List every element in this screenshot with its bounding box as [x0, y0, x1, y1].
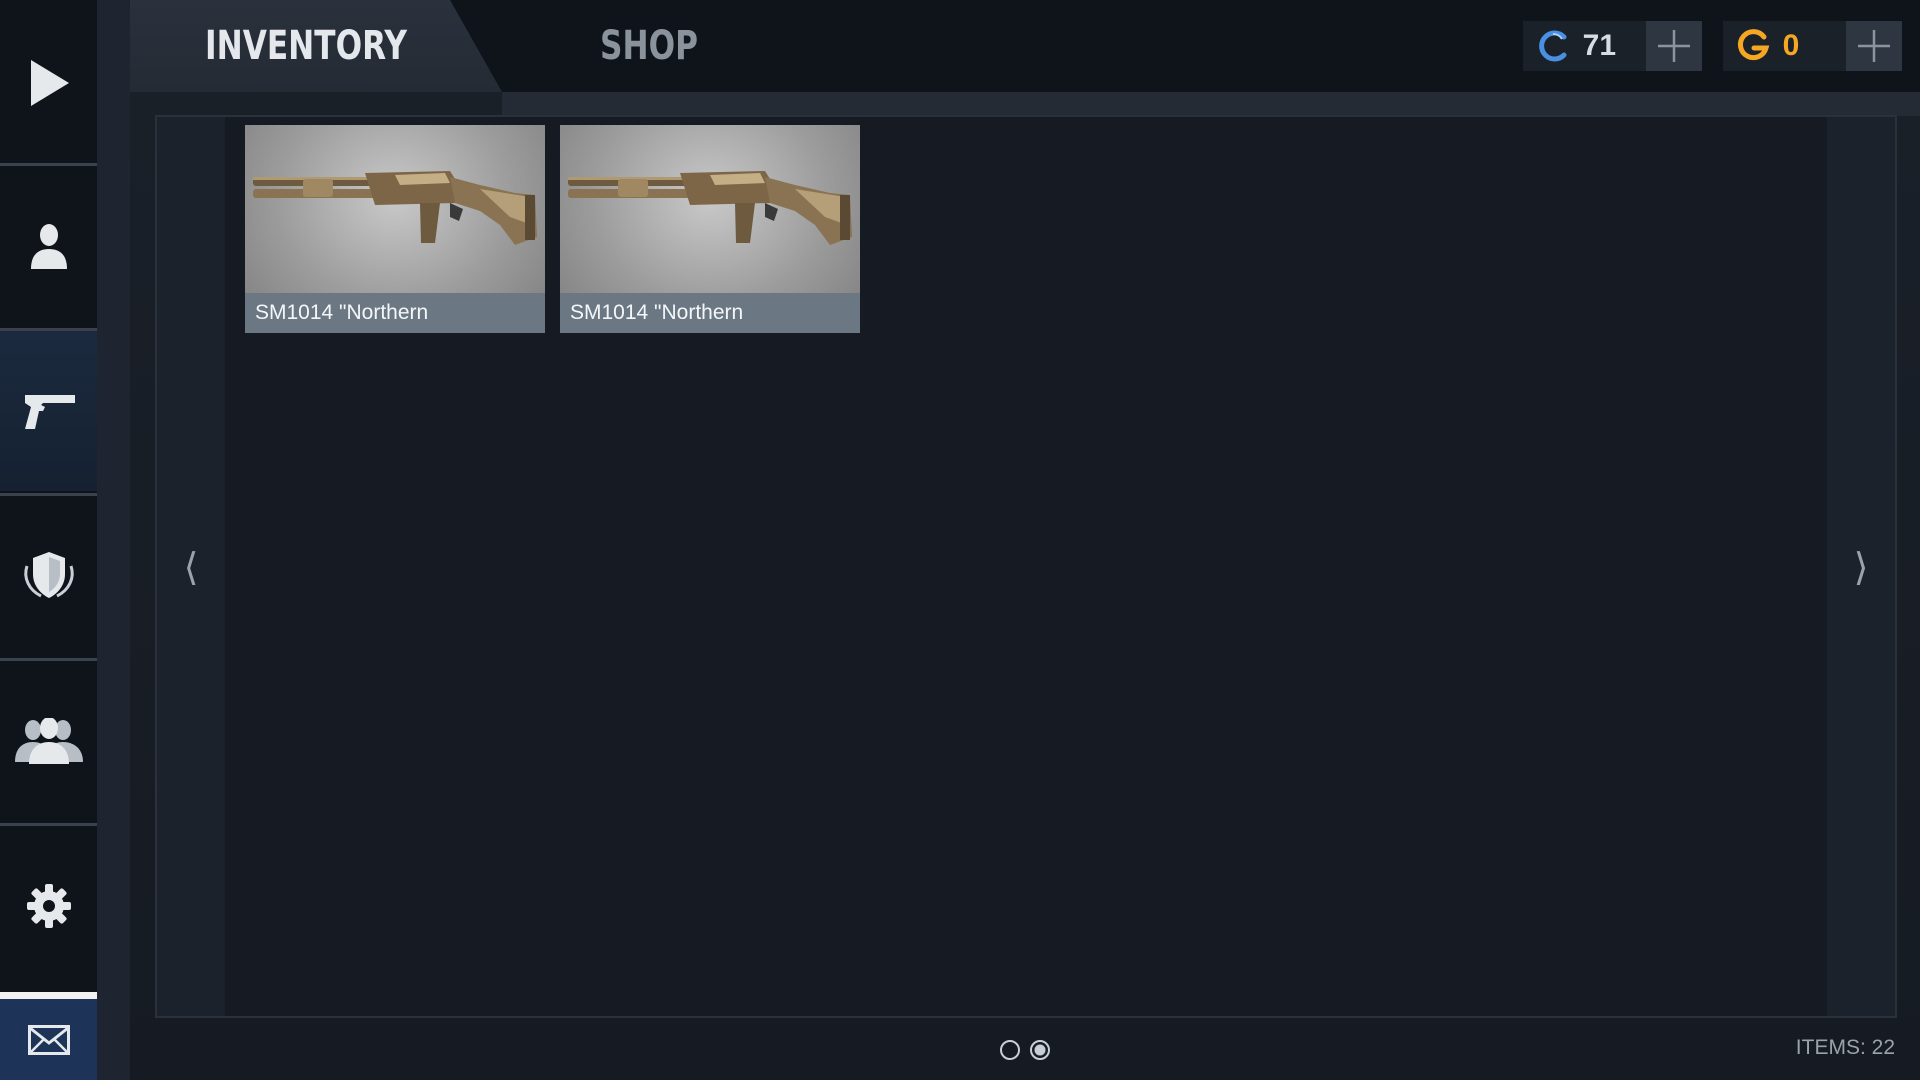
mail-icon — [27, 1024, 70, 1055]
page-indicator — [1000, 1040, 1050, 1060]
sidebar-item-friends[interactable] — [0, 661, 97, 821]
sidebar-item-settings[interactable] — [0, 826, 97, 986]
play-icon — [30, 60, 69, 106]
plus-icon — [1858, 30, 1891, 62]
inventory-item-card[interactable]: SM1014 "Northern — [245, 125, 545, 333]
tab-inventory[interactable]: INVENTORY — [130, 0, 502, 92]
gold-g-icon — [1723, 21, 1783, 71]
inventory-item-card[interactable]: SM1014 "Northern — [560, 125, 860, 333]
plus-icon — [1658, 30, 1691, 62]
chevron-left-icon: ⟨ — [183, 546, 199, 589]
tab-shop-label: SHOP — [600, 23, 698, 69]
pistol-icon — [24, 395, 75, 429]
gold-value: 0 — [1782, 29, 1800, 62]
page-dot-2-active[interactable] — [1030, 1040, 1050, 1060]
user-icon — [30, 224, 67, 269]
page-dot-1[interactable] — [1000, 1040, 1020, 1060]
add-gold-button[interactable] — [1846, 21, 1902, 71]
inventory-panel: ⟨ ⟩ SM1014 "Northern SM1014 "Northern — [155, 115, 1897, 1018]
item-name: SM1014 "Northern — [245, 293, 545, 333]
credits-value: 71 — [1582, 29, 1617, 62]
chevron-right-icon: ⟩ — [1853, 546, 1869, 589]
sidebar — [0, 0, 130, 1080]
friends-icon — [14, 718, 83, 764]
next-page-arrow[interactable]: ⟩ — [1827, 537, 1895, 597]
items-count: ITEMS: 22 — [1795, 1036, 1895, 1059]
item-name: SM1014 "Northern — [560, 293, 860, 333]
tab-shop[interactable]: SHOP — [600, 0, 726, 92]
prev-page-arrow[interactable]: ⟨ — [157, 537, 225, 597]
shotgun-image — [253, 171, 537, 245]
tab-inventory-label: INVENTORY — [205, 23, 408, 69]
play-button[interactable] — [0, 3, 97, 163]
shield-icon — [23, 552, 74, 598]
shotgun-image — [568, 171, 852, 245]
sidebar-item-clan[interactable] — [0, 496, 97, 656]
credits-c-icon — [1523, 21, 1583, 71]
gold-balance: 0 — [1723, 21, 1902, 71]
credits-balance: 71 — [1523, 21, 1702, 71]
sidebar-item-profile[interactable] — [0, 166, 97, 326]
sidebar-item-inventory[interactable] — [0, 331, 97, 491]
top-bar-underline — [502, 92, 1920, 116]
inventory-screen: INVENTORY SHOP 71 0 ⟨ ⟩ SM1014 "Northern… — [0, 0, 1920, 1080]
add-credits-button[interactable] — [1646, 21, 1702, 71]
mail-button[interactable] — [0, 992, 97, 1080]
gear-icon — [26, 884, 71, 928]
